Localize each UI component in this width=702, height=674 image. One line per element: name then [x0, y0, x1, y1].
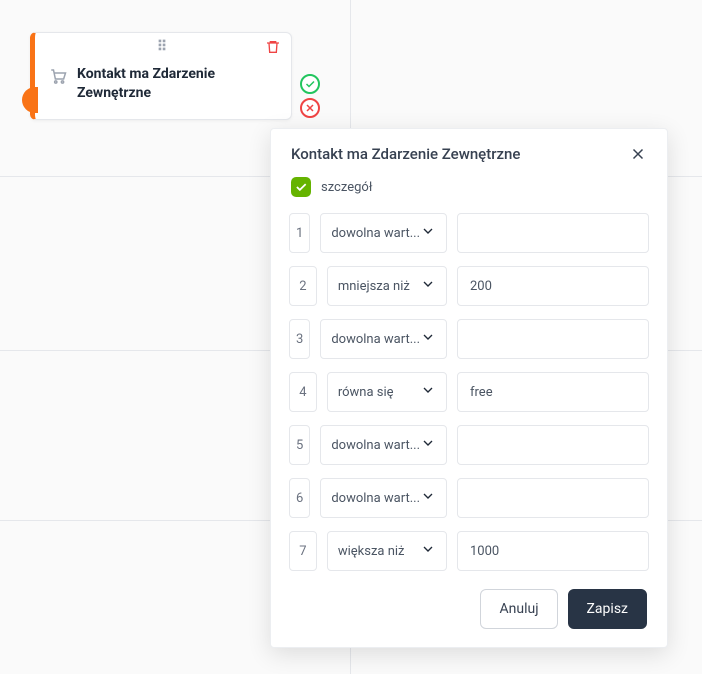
row-number: 7: [289, 531, 317, 571]
close-icon[interactable]: [629, 145, 647, 163]
row-number: 5: [289, 425, 310, 465]
operator-select-label: dowolna wart...: [331, 438, 420, 453]
operator-select[interactable]: dowolna wart...: [320, 478, 447, 518]
condition-row: 2 mniejsza niż: [289, 266, 649, 306]
operator-select-label: dowolna wart...: [331, 226, 420, 241]
detail-checkbox-label: szczegół: [321, 180, 372, 195]
cart-icon: [49, 67, 67, 103]
chevron-down-icon: [420, 276, 436, 296]
operator-select-label: dowolna wart...: [331, 491, 420, 506]
condition-row: 6 dowolna wart...: [289, 478, 649, 518]
operator-select[interactable]: dowolna wart...: [320, 425, 447, 465]
value-input[interactable]: [457, 266, 649, 306]
operator-select-label: mniejsza niż: [338, 279, 410, 294]
value-input[interactable]: [457, 319, 649, 359]
row-number: 6: [289, 478, 310, 518]
condition-row: 3 dowolna wart...: [289, 319, 649, 359]
workflow-node-card[interactable]: ⠿ Kontakt ma Zdarzenie Zewnętrzne: [30, 32, 292, 120]
operator-select-label: dowolna wart...: [331, 332, 420, 347]
condition-row: 5 dowolna wart...: [289, 425, 649, 465]
chevron-down-icon: [420, 223, 436, 243]
operator-select-label: większa niż: [338, 544, 405, 559]
detail-checkbox[interactable]: [291, 177, 311, 197]
chevron-down-icon: [420, 435, 436, 455]
node-title: Kontakt ma Zdarzenie Zewnętrzne: [77, 65, 277, 103]
save-button[interactable]: Zapisz: [568, 589, 647, 629]
condition-row: 7 większa niż: [289, 531, 649, 571]
chevron-down-icon: [420, 329, 436, 349]
conditions-list: 1 dowolna wart... 2 mniejsza niż 3 dowolna wa…: [271, 207, 667, 577]
chevron-down-icon: [420, 488, 436, 508]
row-number: 1: [289, 213, 310, 253]
drag-handle-icon[interactable]: ⠿: [157, 39, 169, 55]
operator-select[interactable]: większa niż: [327, 531, 447, 571]
config-modal: Kontakt ma Zdarzenie Zewnętrzne szczegół…: [270, 128, 668, 648]
value-input[interactable]: [457, 213, 649, 253]
node-output-true-handle[interactable]: [300, 74, 320, 94]
modal-title: Kontakt ma Zdarzenie Zewnętrzne: [291, 145, 520, 163]
value-input[interactable]: [457, 531, 649, 571]
chevron-down-icon: [420, 541, 436, 561]
condition-row: 4 równa się: [289, 372, 649, 412]
value-input[interactable]: [457, 372, 649, 412]
row-number: 2: [289, 266, 317, 306]
value-input[interactable]: [457, 478, 649, 518]
operator-select[interactable]: równa się: [327, 372, 447, 412]
operator-select-label: równa się: [338, 385, 394, 400]
operator-select[interactable]: dowolna wart...: [320, 319, 447, 359]
delete-icon[interactable]: [265, 39, 281, 55]
chevron-down-icon: [420, 382, 436, 402]
operator-select[interactable]: mniejsza niż: [327, 266, 447, 306]
condition-row: 1 dowolna wart...: [289, 213, 649, 253]
operator-select[interactable]: dowolna wart...: [320, 213, 447, 253]
value-input[interactable]: [457, 425, 649, 465]
cancel-button[interactable]: Anuluj: [480, 589, 557, 629]
row-number: 3: [289, 319, 310, 359]
node-output-false-handle[interactable]: [300, 98, 320, 118]
node-input-handle[interactable]: [22, 87, 38, 113]
row-number: 4: [289, 372, 317, 412]
